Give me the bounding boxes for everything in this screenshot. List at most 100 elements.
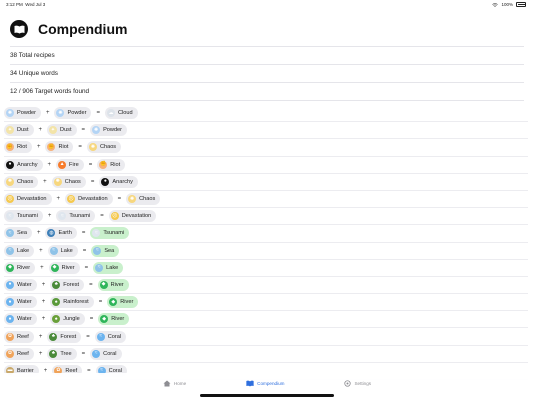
recipe-row: ● Anarchy + ▲ Fire = ✊ Riot [4,157,528,174]
word-chip[interactable]: ≈ Lake [93,261,124,274]
word-chip[interactable]: ♣ Forest [50,278,85,291]
word-chip[interactable]: ♣ Tree [47,347,77,360]
word-chip[interactable]: ✿ Reef [4,330,34,343]
word-chip[interactable]: ≈ Lake [47,244,78,257]
word-chip[interactable]: ◆ River [4,261,36,274]
word-chip[interactable]: ● Water [4,296,37,309]
tab-settings-label: Settings [354,380,372,386]
word-chip[interactable]: ✺ Powder [90,124,128,137]
wifi-icon [492,2,499,7]
word-chip[interactable]: ◆ River [97,278,129,291]
sea-icon: ≈ [93,246,102,255]
equals-operator: = [78,144,82,151]
rainforest-icon: ♠ [52,298,61,307]
word-chip-label: Jungle [63,316,80,323]
word-chip-label: Powder [67,110,87,117]
word-chip[interactable]: ◆ River [48,261,80,274]
word-chip-label: Tree [60,350,72,357]
word-chip-label: Powder [103,127,123,134]
word-chip[interactable]: ≈ Coral [94,330,127,343]
word-chip[interactable]: ✺ Chaos [4,175,39,188]
plus-operator: + [45,110,50,117]
home-indicator [200,394,334,397]
word-chip[interactable]: ● Anarchy [99,175,138,188]
word-chip[interactable]: ≈ Sea [91,244,120,257]
word-chip-label: Reef [17,333,29,340]
tab-settings[interactable]: Settings [344,373,371,393]
word-chip[interactable]: ✺ Chaos [126,193,161,206]
word-chip[interactable]: ♠ Jungle [50,313,85,326]
word-chip[interactable]: ≈ Tsunami [90,227,130,240]
word-chip[interactable]: ≈ Tsunami [56,210,96,223]
word-chip[interactable]: ◍ Earth [45,227,77,240]
powder-icon: ✺ [6,109,14,118]
plus-operator: + [38,350,43,357]
word-chip-label: River [120,299,134,306]
word-chip[interactable]: ▲ Fire [56,158,84,171]
word-chip[interactable]: ● Anarchy [4,158,43,171]
tsunami-icon: ≈ [6,212,14,221]
word-chip[interactable]: ≈ Lake [4,244,35,257]
word-chip[interactable]: ☹ Devastation [65,193,113,206]
word-chip[interactable]: ✊ Riot [97,158,126,171]
word-chip-label: Chaos [64,178,81,185]
word-chip[interactable]: ◆ River [98,313,130,326]
word-chip[interactable]: ♣ Forest [47,330,82,343]
coral-icon: ≈ [92,349,101,358]
word-chip-label: Coral [103,350,117,357]
word-chip[interactable]: ≈ Sea [4,227,32,240]
word-chip[interactable]: ✊ Riot [4,141,32,154]
water-icon: ● [6,315,14,324]
status-time: 3:12 PM Wed Jul 3 [6,2,45,7]
river-icon: ◆ [50,263,59,272]
word-chip-label: Rainforest [63,299,89,306]
plus-operator: + [41,299,46,306]
equals-operator: = [81,350,86,357]
word-chip-label: Chaos [17,178,34,185]
equals-operator: = [117,196,122,203]
word-chip[interactable]: ☹ Devastation [108,210,157,223]
word-chip[interactable]: ≈ Tsunami [4,210,43,223]
anarchy-icon: ● [6,160,14,169]
word-chip[interactable]: ✊ Riot [45,141,74,154]
riot-icon: ✊ [47,143,56,152]
word-chip-label: Lake [60,247,73,254]
tab-home[interactable]: Home [163,373,186,393]
word-chip[interactable]: ● Water [4,278,37,291]
equals-operator: = [89,281,93,288]
tab-compendium-label: Compendium [257,380,285,386]
word-chip[interactable]: ☹ Devastation [4,193,52,206]
tsunami-icon: ≈ [92,229,101,238]
word-chip-label: Powder [17,110,36,117]
fire-icon: ▲ [58,160,67,169]
recipe-row: ✦ Dust + ✦ Dust = ✺ Powder [4,122,528,140]
plus-operator: + [47,213,52,220]
stat-target-words: 12 / 906 Target words found [10,82,524,101]
river-icon: ◆ [99,280,108,289]
reef-icon: ✿ [6,332,14,341]
equals-operator: = [89,316,94,323]
jungle-icon: ♠ [52,315,61,324]
word-chip-label: Devastation [121,213,152,220]
word-chip[interactable]: ☁ Cloud [104,107,138,120]
word-chip-label: Riot [17,144,27,151]
word-chip-label: Earth [58,230,72,237]
word-chip[interactable]: ✺ Chaos [86,141,122,154]
plus-operator: + [38,333,43,340]
tab-compendium[interactable]: Compendium [246,373,284,393]
word-chip[interactable]: ≈ Coral [90,347,122,360]
word-chip-label: River [17,264,31,271]
word-chip[interactable]: ✺ Chaos [51,175,86,188]
word-chip[interactable]: ◆ River [107,296,139,309]
lake-icon: ≈ [6,246,14,255]
word-chip[interactable]: ✦ Dust [47,124,77,137]
equals-operator: = [84,264,89,271]
word-chip[interactable]: ✺ Powder [54,107,92,120]
word-chip[interactable]: ♠ Rainforest [50,296,94,309]
word-chip[interactable]: ✦ Dust [4,124,34,137]
word-chip[interactable]: ✿ Reef [4,347,34,360]
word-chip[interactable]: ✺ Powder [4,107,41,120]
word-chip[interactable]: ● Water [4,313,37,326]
recipe-row: ● Water + ♠ Jungle = ◆ River [4,311,528,329]
word-chip-label: Water [17,299,32,306]
